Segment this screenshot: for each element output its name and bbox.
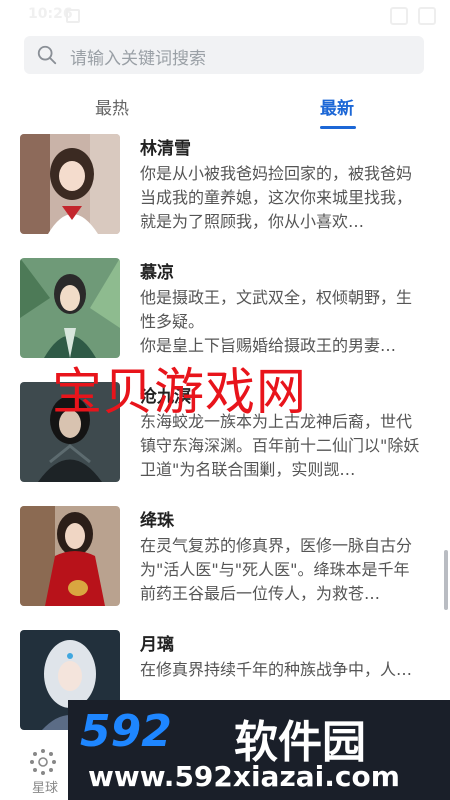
character-avatar bbox=[20, 258, 120, 358]
character-name: 林清雪 bbox=[140, 139, 191, 159]
tab-hot[interactable]: 最热 bbox=[95, 94, 129, 119]
watermark-number: 592 bbox=[80, 706, 172, 757]
battery-icon bbox=[418, 7, 436, 25]
scrollbar[interactable] bbox=[444, 550, 448, 610]
tab-bar: 最热 最新 bbox=[0, 86, 450, 130]
search-bar[interactable]: 请输入关键词搜索 bbox=[24, 36, 424, 74]
character-avatar bbox=[20, 506, 120, 606]
character-desc: 他是摄政王，文武双全，权倾朝野，生性多疑。 你是皇上下旨赐婚给摄政王的男妻… bbox=[140, 288, 413, 355]
character-desc: 你是从小被我爸妈捡回家的，被我爸妈当成我的童养媳，这次你来城里找我，就是为了照顾… bbox=[140, 164, 413, 231]
notification-icon bbox=[66, 9, 80, 23]
character-avatar bbox=[20, 134, 120, 234]
character-name: 慕凉 bbox=[140, 263, 174, 283]
tab-new[interactable]: 最新 bbox=[320, 94, 354, 119]
nav-item-planet[interactable]: 星球 bbox=[0, 738, 72, 800]
status-bar: 10:26 bbox=[0, 0, 450, 30]
character-name: 月璃 bbox=[140, 635, 174, 655]
wifi-icon bbox=[390, 7, 408, 25]
character-desc: 在灵气复苏的修真界，医修一脉自古分为"活人医"与"死人医"。绛珠本是千年前药王谷… bbox=[140, 536, 413, 603]
watermark-text: 宝贝游戏网 bbox=[52, 363, 307, 421]
planet-icon bbox=[30, 749, 56, 775]
active-tab-indicator bbox=[320, 126, 356, 129]
nav-item-label: 星球 bbox=[32, 781, 59, 796]
search-icon bbox=[37, 45, 57, 65]
list-item[interactable]: 慕凉 他是摄政王，文武双全，权倾朝野，生性多疑。 你是皇上下旨赐婚给摄政王的男妻… bbox=[20, 256, 430, 360]
list-item[interactable]: 林清雪 你是从小被我爸妈捡回家的，被我爸妈当成我的童养媳，这次你来城里找我，就是… bbox=[20, 132, 430, 236]
list-item[interactable]: 绛珠 在灵气复苏的修真界，医修一脉自古分为"活人医"与"死人医"。绛珠本是千年前… bbox=[20, 504, 430, 608]
watermark-logo: 592 软件园 www.592xiazai.com bbox=[68, 700, 450, 800]
search-placeholder: 请输入关键词搜索 bbox=[70, 49, 206, 69]
watermark-url: www.592xiazai.com bbox=[88, 760, 400, 793]
status-icons bbox=[390, 7, 436, 25]
character-name: 绛珠 bbox=[140, 511, 174, 531]
